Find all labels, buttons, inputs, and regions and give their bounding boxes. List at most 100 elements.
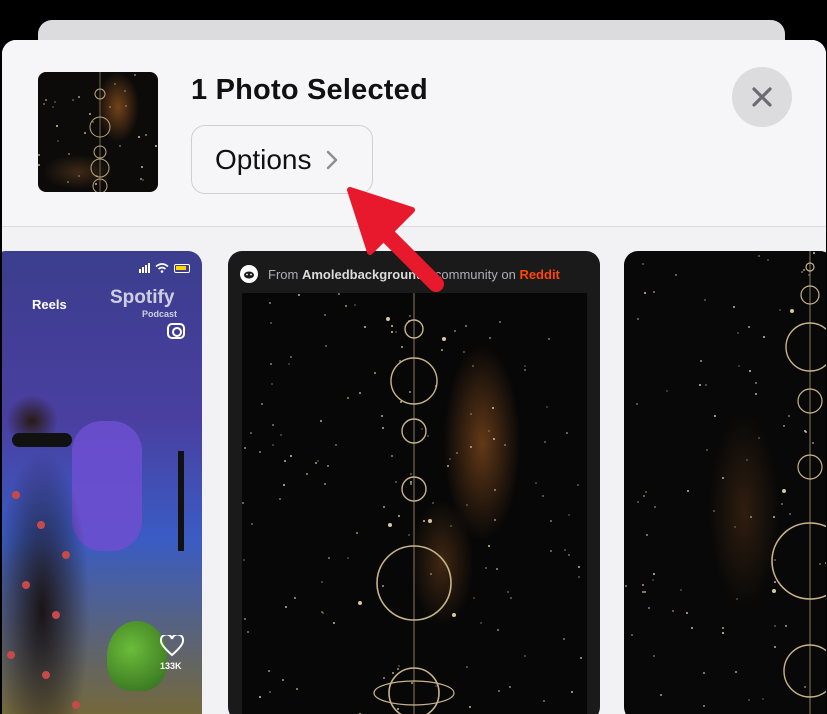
star — [660, 694, 662, 696]
star — [704, 299, 706, 301]
star — [383, 677, 385, 679]
star — [78, 175, 80, 177]
star — [675, 274, 677, 276]
star — [672, 610, 674, 612]
wallpaper-preview-card[interactable] — [624, 251, 826, 714]
community-name: Amoledbackgrounds — [301, 266, 432, 282]
star — [243, 559, 245, 561]
star — [244, 447, 246, 449]
star — [454, 330, 456, 332]
star — [470, 413, 472, 415]
star — [625, 585, 627, 587]
star — [347, 557, 349, 559]
star — [722, 477, 724, 479]
star — [261, 403, 263, 405]
star — [498, 690, 500, 692]
star — [735, 671, 737, 673]
star — [285, 606, 287, 608]
star — [546, 406, 548, 408]
star — [354, 304, 356, 306]
star — [643, 495, 645, 497]
star — [783, 425, 785, 427]
star — [722, 632, 724, 634]
star — [773, 516, 775, 518]
star — [409, 315, 411, 317]
star — [280, 434, 282, 436]
star — [466, 504, 468, 506]
xmark-icon — [752, 87, 772, 107]
star — [548, 338, 550, 340]
star — [493, 438, 495, 440]
star — [494, 489, 496, 491]
star — [296, 688, 298, 690]
star — [706, 449, 708, 451]
star — [496, 568, 498, 570]
star — [804, 686, 806, 688]
star — [646, 534, 648, 536]
star — [324, 483, 326, 485]
star — [687, 490, 689, 492]
star — [812, 442, 814, 444]
options-button[interactable]: Options — [191, 125, 373, 194]
spotify-logo-text: Spotify — [110, 287, 175, 308]
star — [321, 611, 323, 613]
star — [749, 370, 751, 372]
star — [38, 154, 40, 156]
star — [364, 326, 366, 328]
star — [283, 484, 285, 486]
star — [447, 465, 449, 467]
star — [637, 501, 639, 503]
star — [325, 345, 327, 347]
wifi-icon — [155, 263, 169, 273]
star — [290, 455, 292, 457]
star — [758, 255, 760, 257]
star — [631, 634, 633, 636]
star — [242, 502, 244, 504]
star — [734, 526, 736, 528]
star — [524, 655, 526, 657]
wallpaper-image — [242, 293, 587, 714]
star — [758, 437, 760, 439]
star — [703, 705, 705, 707]
star — [338, 293, 340, 295]
star — [803, 269, 805, 271]
star — [84, 132, 86, 134]
star — [395, 481, 397, 483]
star — [755, 393, 757, 395]
reddit-brand-text: Reddit — [519, 266, 560, 282]
star — [488, 430, 490, 432]
reddit-preview-card[interactable]: From Amoledbackgrounds community on Redd… — [228, 251, 600, 714]
star — [72, 99, 74, 101]
star — [819, 563, 821, 565]
reddit-source-text: From Amoledbackgrounds community on Redd… — [268, 267, 560, 282]
star — [785, 625, 787, 627]
star — [542, 495, 544, 497]
reels-preview-card[interactable]: Reels Spotify Podcast 133K — [2, 251, 202, 714]
star — [251, 523, 253, 525]
star — [578, 566, 580, 568]
star — [469, 706, 471, 708]
star — [345, 305, 347, 307]
star — [398, 515, 400, 517]
planets-illustration-right — [771, 251, 826, 714]
star — [294, 597, 296, 599]
star — [550, 550, 552, 552]
star — [648, 607, 650, 609]
star — [714, 415, 716, 417]
star — [497, 629, 499, 631]
star — [395, 331, 397, 333]
star — [408, 320, 410, 322]
star — [397, 708, 399, 710]
status-icons — [139, 263, 190, 273]
star — [272, 424, 274, 426]
star — [449, 458, 451, 460]
camera-icon — [167, 323, 185, 339]
star — [119, 145, 121, 147]
star — [306, 473, 308, 475]
star — [762, 698, 764, 700]
star — [391, 325, 393, 327]
star — [268, 670, 270, 672]
close-button[interactable] — [732, 67, 792, 127]
star — [284, 460, 286, 462]
star — [774, 581, 776, 583]
